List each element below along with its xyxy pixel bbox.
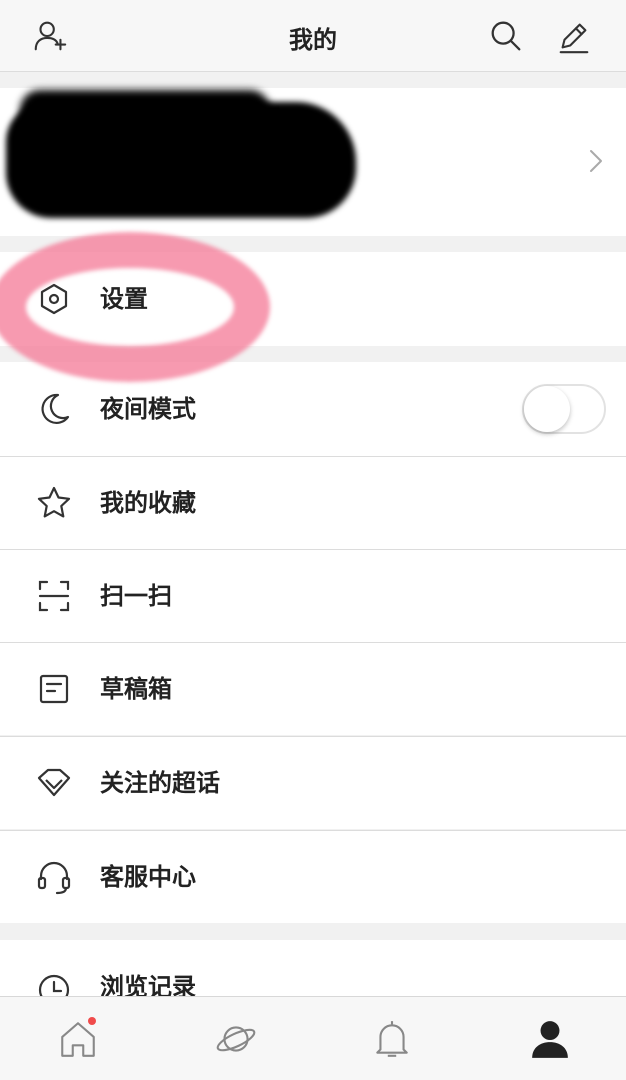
history-item[interactable]: 浏览记录 [0, 940, 626, 1006]
drafts-label: 草稿箱 [100, 675, 172, 703]
tab-profile[interactable] [526, 1015, 574, 1063]
chevron-right-icon [586, 146, 606, 176]
search-icon[interactable] [484, 14, 528, 58]
bottom-tab-bar [0, 996, 626, 1080]
profile-card[interactable] [0, 88, 626, 236]
super-topics-item[interactable]: 关注的超话 [0, 737, 626, 829]
toggle-knob [524, 386, 570, 432]
tab-discover[interactable] [212, 1015, 260, 1063]
compose-icon[interactable] [552, 14, 596, 58]
moon-icon [34, 389, 74, 429]
scan-icon [34, 576, 74, 616]
tab-notifications[interactable] [368, 1015, 416, 1063]
draft-box-icon [34, 669, 74, 709]
star-icon [34, 483, 74, 523]
top-bar: 我的 [0, 0, 626, 72]
headset-icon [34, 857, 74, 897]
notification-dot [88, 1017, 96, 1025]
night-mode-toggle[interactable] [522, 384, 606, 434]
annotation-highlight [0, 232, 270, 382]
customer-service-item[interactable]: 客服中心 [0, 831, 626, 923]
super-topics-label: 关注的超话 [100, 769, 220, 797]
tab-home[interactable] [54, 1015, 102, 1063]
favorites-label: 我的收藏 [100, 489, 196, 517]
redacted-profile-top [20, 90, 270, 130]
night-mode-label: 夜间模式 [100, 395, 196, 423]
scan-item[interactable]: 扫一扫 [0, 550, 626, 642]
diamond-icon [34, 763, 74, 803]
scan-label: 扫一扫 [100, 582, 172, 610]
page-title: 我的 [289, 26, 337, 54]
customer-service-label: 客服中心 [100, 863, 196, 891]
drafts-item[interactable]: 草稿箱 [0, 643, 626, 735]
favorites-item[interactable]: 我的收藏 [0, 457, 626, 549]
